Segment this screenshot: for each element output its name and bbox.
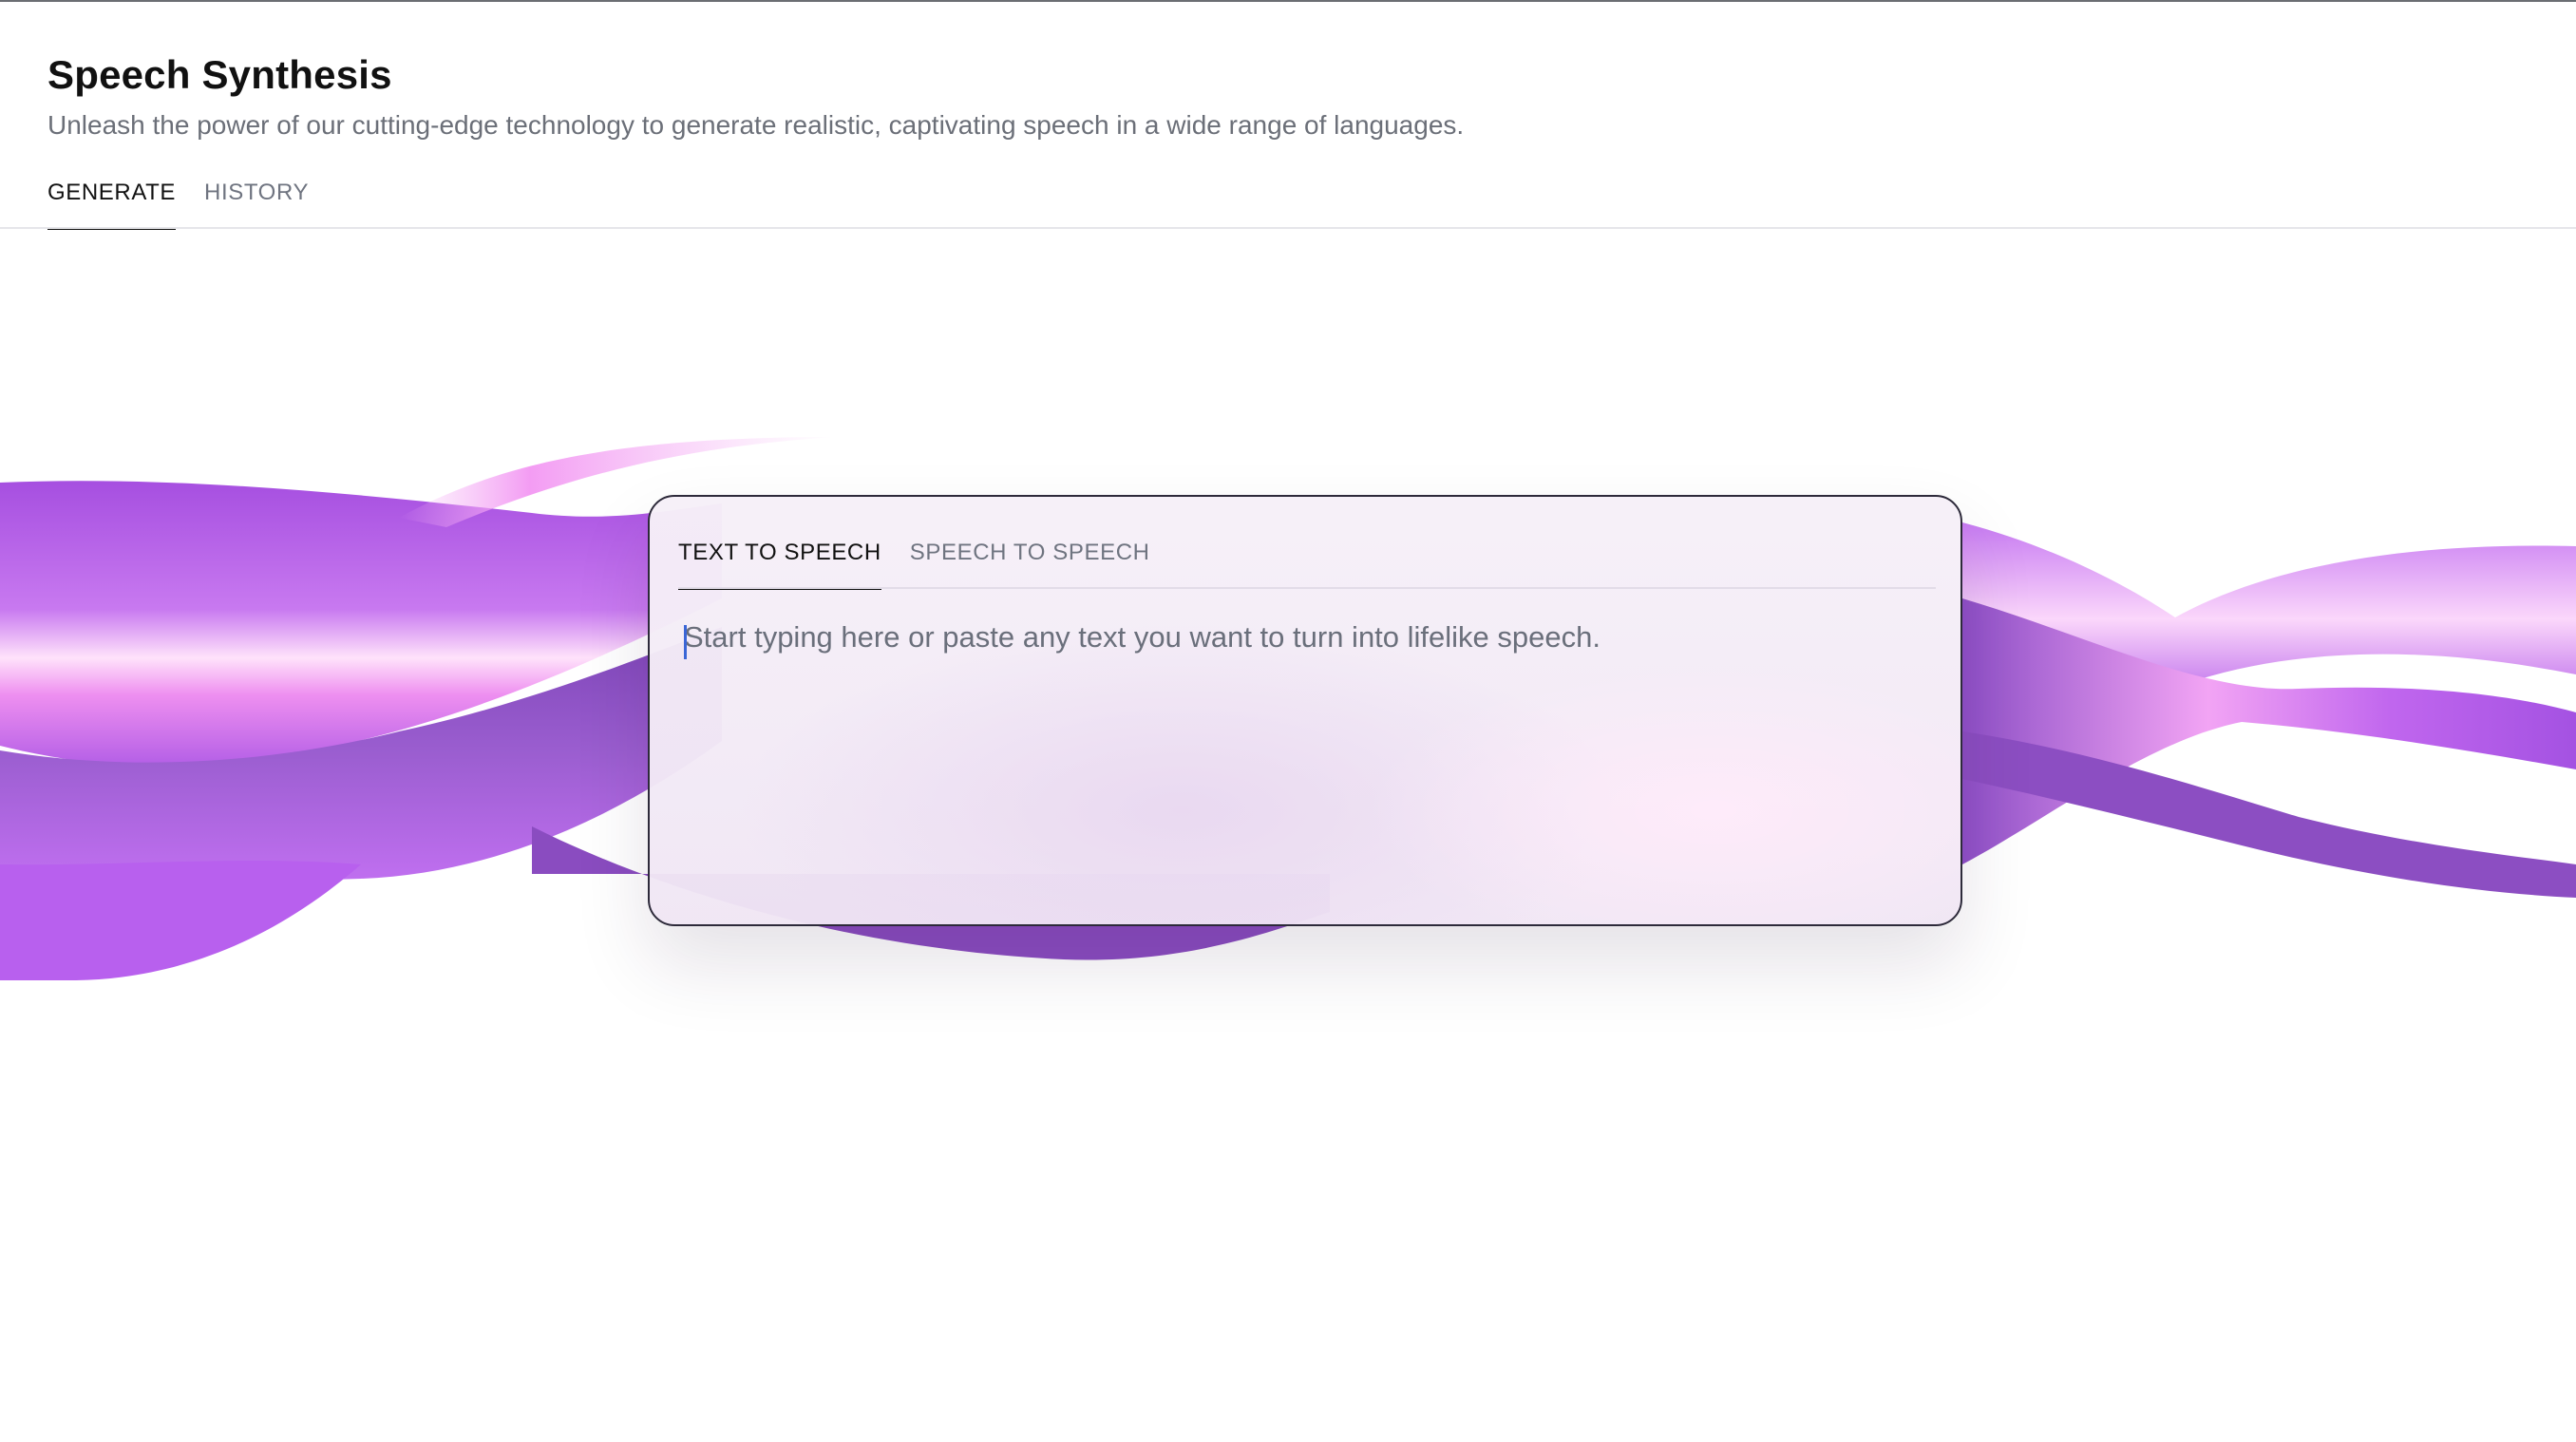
text-input[interactable] [684, 618, 1919, 894]
text-cursor [684, 625, 687, 659]
tab-speech-to-speech[interactable]: SPEECH TO SPEECH [910, 537, 1150, 590]
main-tabs: GENERATE HISTORY [47, 177, 309, 230]
speech-synthesis-page: Speech Synthesis Unleash the power of ou… [0, 0, 2576, 1442]
tab-history[interactable]: HISTORY [204, 177, 309, 230]
tabs-divider [0, 227, 2576, 229]
tab-text-to-speech[interactable]: TEXT TO SPEECH [678, 537, 881, 590]
tts-card: TEXT TO SPEECH SPEECH TO SPEECH [648, 495, 1962, 926]
window-top-border [0, 0, 2576, 2]
page-header: Speech Synthesis Unleash the power of ou… [47, 51, 2517, 142]
page-title: Speech Synthesis [47, 52, 392, 97]
card-tabs: TEXT TO SPEECH SPEECH TO SPEECH [678, 537, 1150, 590]
page-subtitle: Unleash the power of our cutting-edge te… [47, 110, 1465, 140]
tab-generate[interactable]: GENERATE [47, 177, 177, 230]
card-tabs-divider [678, 587, 1936, 589]
